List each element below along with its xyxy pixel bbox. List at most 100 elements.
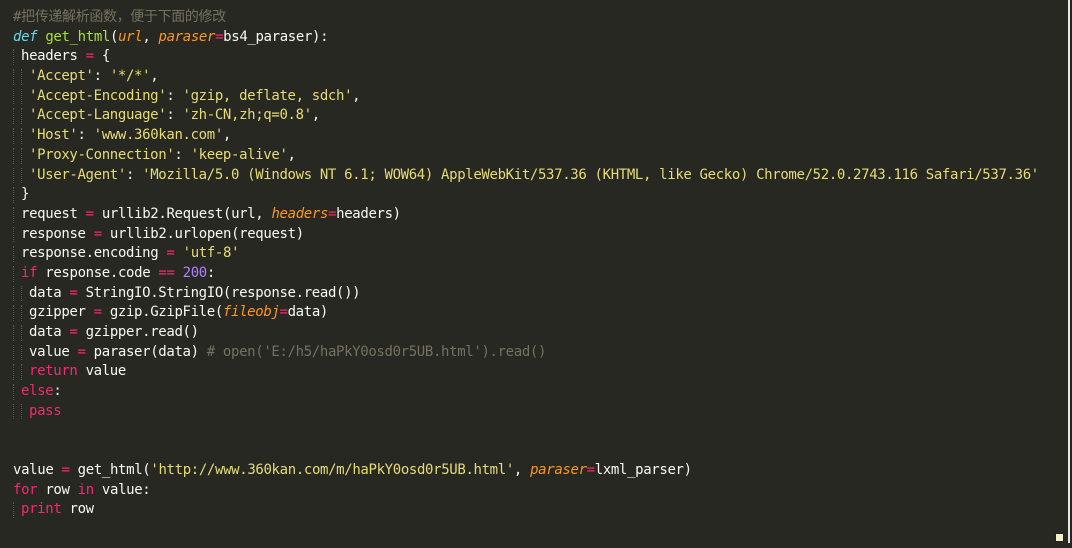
code-token: paraser: [158, 28, 216, 45]
resize-handle[interactable]: [1055, 533, 1064, 542]
code-line[interactable]: 'Accept': '*/*',: [13, 67, 1039, 87]
indent-guide: [13, 185, 21, 205]
code-line[interactable]: data = gzipper.read(): [13, 323, 1039, 343]
code-token: get_html(: [69, 461, 151, 478]
code-token: }: [21, 186, 30, 203]
code-token: =: [69, 324, 78, 340]
code-token: =: [586, 461, 595, 478]
code-token: 'Mozilla/5.0 (Windows NT 6.1; WOW64) App…: [142, 166, 1039, 183]
code-token: 'utf-8': [182, 245, 240, 262]
code-token: :: [53, 383, 62, 400]
code-token: 'Accept-Encoding': [29, 87, 167, 104]
indent-guide: [13, 47, 21, 67]
code-token: request: [21, 205, 86, 222]
code-line[interactable]: value = paraser(data) # open('E:/h5/haPk…: [13, 343, 1039, 363]
code-line[interactable]: response.encoding = 'utf-8': [13, 244, 1039, 264]
code-line[interactable]: data = StringIO.StringIO(response.read()…: [13, 284, 1039, 304]
code-token: data): [287, 304, 329, 321]
code-token: else: [21, 383, 54, 400]
code-token: response.encoding: [21, 245, 167, 262]
code-line[interactable]: 'User-Agent': 'Mozilla/5.0 (Windows NT 6…: [13, 166, 1039, 186]
code-token: data: [29, 324, 70, 340]
code-token: headers: [271, 205, 329, 222]
code-token: =: [69, 284, 78, 301]
code-token: pass: [29, 402, 62, 419]
indent-guide: [21, 87, 29, 107]
code-token: 200: [182, 264, 208, 281]
code-token: :: [125, 166, 143, 183]
code-token: data: [29, 284, 70, 301]
indent-guide: [13, 244, 21, 264]
code-line[interactable]: 'Proxy-Connection': 'keep-alive',: [13, 146, 1039, 166]
code-line[interactable]: return value: [13, 362, 1039, 382]
code-token: lxml_parser): [594, 461, 692, 478]
code-editor[interactable]: #把传递解析函数，便于下面的修改 def get_html(url, parase…: [0, 0, 1070, 543]
indent-guide: [13, 264, 21, 284]
indent-guide: [21, 106, 29, 126]
code-token: ,: [287, 146, 296, 163]
code-area[interactable]: #把传递解析函数，便于下面的修改 def get_html(url, parase…: [13, 8, 1039, 520]
code-token: ,: [222, 127, 232, 144]
code-token: 'keep-alive': [190, 146, 288, 163]
code-line[interactable]: headers = {: [13, 47, 1039, 67]
indent-guide: [21, 402, 29, 422]
code-token: =: [93, 225, 102, 242]
indent-guide: [13, 284, 21, 304]
code-token: {: [93, 48, 110, 65]
code-line[interactable]: gzipper = gzip.GzipFile(fileobj=data): [13, 303, 1039, 323]
code-token: gzipper.read(): [77, 324, 199, 340]
indent-guide: [13, 500, 21, 520]
code-token: 'User-Agent': [29, 166, 126, 183]
code-line[interactable]: response = urllib2.urlopen(request): [13, 225, 1039, 245]
code-line[interactable]: 'Host': 'www.360kan.com',: [13, 126, 1039, 146]
indent-guide: [13, 402, 21, 422]
code-line[interactable]: [13, 441, 1039, 461]
code-token: 'Accept-Language': [29, 107, 167, 124]
code-token: :: [174, 146, 191, 163]
indent-guide: [13, 343, 21, 363]
indent-guide: [21, 126, 29, 146]
code-token: gzip.GzipFile(: [101, 304, 223, 321]
code-line[interactable]: pass: [13, 402, 1039, 422]
code-token: # open('E:/h5/haPkY0osd0r5UB.html').read…: [206, 343, 547, 360]
code-line[interactable]: request = urllib2.Request(url, headers=h…: [13, 205, 1039, 225]
code-line[interactable]: #把传递解析函数，便于下面的修改: [13, 8, 1039, 28]
code-line[interactable]: [13, 421, 1039, 441]
indent-guide: [13, 146, 21, 166]
code-token: value:: [93, 481, 151, 498]
code-line[interactable]: value = get_html('http://www.360kan.com/…: [13, 461, 1039, 481]
indent-guide: [21, 146, 29, 166]
code-token: (: [109, 28, 119, 45]
code-token: ,: [352, 87, 361, 104]
indent-guide: [13, 166, 21, 186]
code-token: :: [206, 264, 215, 281]
code-line[interactable]: if response.code == 200:: [13, 264, 1039, 284]
indent-guide: [13, 106, 21, 126]
code-line[interactable]: for row in value:: [13, 481, 1039, 501]
code-token: '*/*': [109, 68, 151, 85]
code-token: paraser: [530, 461, 587, 478]
indent-guide: [13, 225, 21, 245]
code-token: response: [21, 225, 94, 242]
code-line[interactable]: 'Accept-Encoding': 'gzip, deflate, sdch'…: [13, 87, 1039, 107]
code-token: response.code: [37, 264, 159, 281]
indent-guide: [13, 303, 21, 323]
code-line[interactable]: 'Accept-Language': 'zh-CN,zh;q=0.8',: [13, 106, 1039, 126]
code-token: =: [77, 343, 86, 360]
code-token: return: [29, 363, 78, 380]
code-token: =: [328, 205, 337, 222]
code-token: :: [166, 87, 183, 104]
indent-guide: [13, 382, 21, 402]
code-line[interactable]: print row: [13, 500, 1039, 520]
code-line[interactable]: def get_html(url, paraser=bs4_paraser):: [13, 28, 1039, 48]
code-token: row: [61, 501, 94, 518]
code-line[interactable]: }: [13, 185, 1039, 205]
code-token: 'Proxy-Connection': [29, 146, 175, 163]
indent-guide: [13, 205, 21, 225]
code-token: ,: [150, 68, 159, 85]
code-token: urllib2.urlopen(request): [101, 225, 304, 242]
code-token: bs4_paraser):: [223, 28, 329, 45]
code-line[interactable]: else:: [13, 382, 1039, 402]
